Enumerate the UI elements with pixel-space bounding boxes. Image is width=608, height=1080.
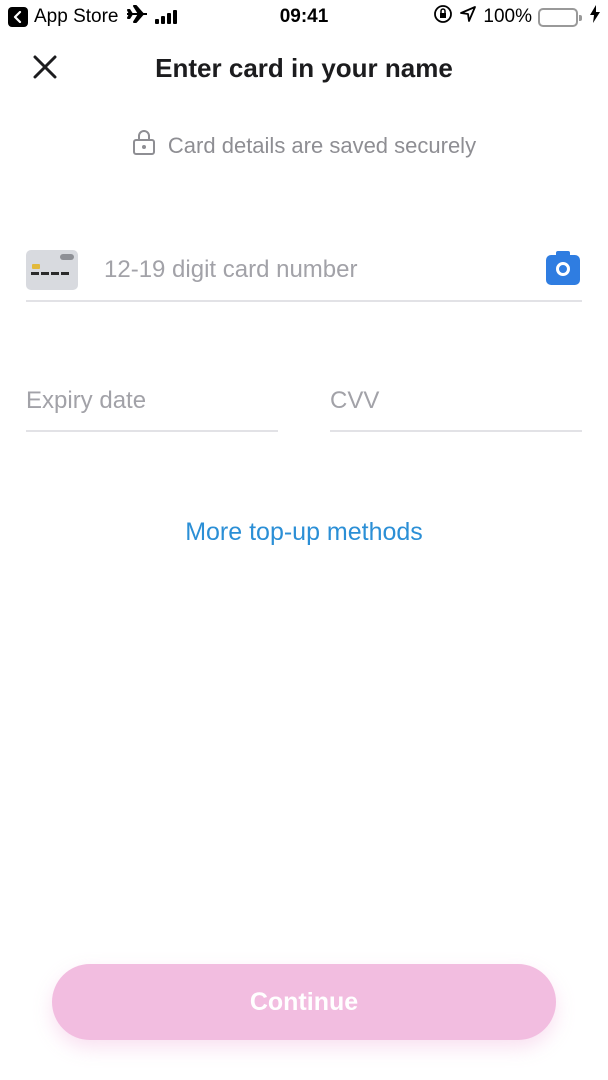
back-to-app-label[interactable]: App Store: [34, 6, 119, 28]
more-top-up-methods-link[interactable]: More top-up methods: [0, 518, 608, 547]
battery-percent: 100%: [483, 6, 532, 27]
charging-icon: [590, 5, 600, 29]
battery-icon: [538, 7, 582, 27]
header: Enter card in your name: [0, 40, 608, 96]
location-arrow-icon: [459, 5, 477, 29]
close-icon[interactable]: [33, 55, 57, 84]
cvv-input[interactable]: [330, 387, 582, 415]
cvv-field: [330, 372, 582, 432]
secure-note-text: Card details are saved securely: [167, 133, 477, 158]
camera-icon[interactable]: [546, 251, 580, 285]
credit-card-icon: [26, 250, 78, 290]
close-button[interactable]: [28, 52, 62, 86]
page-title: Enter card in your name: [155, 52, 453, 83]
back-to-app-icon[interactable]: [8, 7, 28, 27]
expiry-date-field: [26, 372, 278, 432]
status-bar-right: 100%: [433, 4, 600, 30]
status-bar-left: App Store: [8, 4, 177, 30]
orientation-lock-icon: [433, 4, 453, 30]
status-bar: App Store 09:41 100%: [0, 0, 608, 34]
expiry-date-input[interactable]: [26, 387, 278, 415]
signal-strength-icon: [154, 10, 177, 24]
lock-icon: [132, 130, 156, 162]
secure-note: Card details are saved securely: [0, 130, 608, 162]
continue-button[interactable]: Continue: [52, 964, 556, 1040]
airplane-icon: [125, 4, 149, 30]
card-number-input[interactable]: [104, 256, 546, 284]
card-number-field: [26, 240, 582, 302]
